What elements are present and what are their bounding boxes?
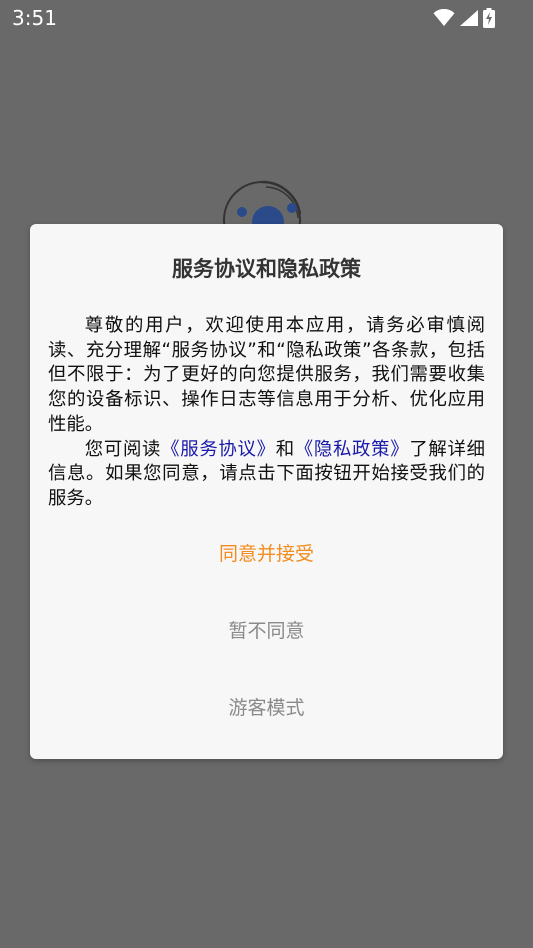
guest-mode-button[interactable]: 游客模式 bbox=[30, 682, 503, 734]
policy-links-paragraph: 您可阅读《服务协议》和《隐私政策》了解详细信息。如果您同意，请点击下面按钮开始接… bbox=[48, 438, 485, 512]
cellular-signal-icon bbox=[460, 10, 478, 26]
agree-accept-button[interactable]: 同意并接受 bbox=[30, 528, 503, 580]
policy-text-middle: 和 bbox=[275, 438, 295, 460]
wifi-icon bbox=[433, 9, 455, 26]
status-icons bbox=[433, 7, 495, 29]
policy-text-prefix: 您可阅读 bbox=[84, 438, 162, 460]
status-time: 3:51 bbox=[12, 6, 57, 30]
privacy-consent-dialog: 服务协议和隐私政策 尊敬的用户，欢迎使用本应用，请务必审慎阅读、充分理解“服务协… bbox=[30, 224, 503, 759]
dialog-title: 服务协议和隐私政策 bbox=[172, 257, 361, 281]
service-agreement-link[interactable]: 《服务协议》 bbox=[161, 439, 276, 460]
privacy-policy-link[interactable]: 《隐私政策》 bbox=[295, 439, 410, 460]
decline-button[interactable]: 暂不同意 bbox=[30, 605, 503, 657]
consent-paragraph: 尊敬的用户，欢迎使用本应用，请务必审慎阅读、充分理解“服务协议”和“隐私政策”各… bbox=[48, 315, 485, 435]
battery-charging-icon bbox=[483, 8, 495, 28]
status-bar: 3:51 bbox=[0, 0, 533, 36]
dialog-body: 尊敬的用户，欢迎使用本应用，请务必审慎阅读、充分理解“服务协议”和“隐私政策”各… bbox=[48, 314, 485, 512]
